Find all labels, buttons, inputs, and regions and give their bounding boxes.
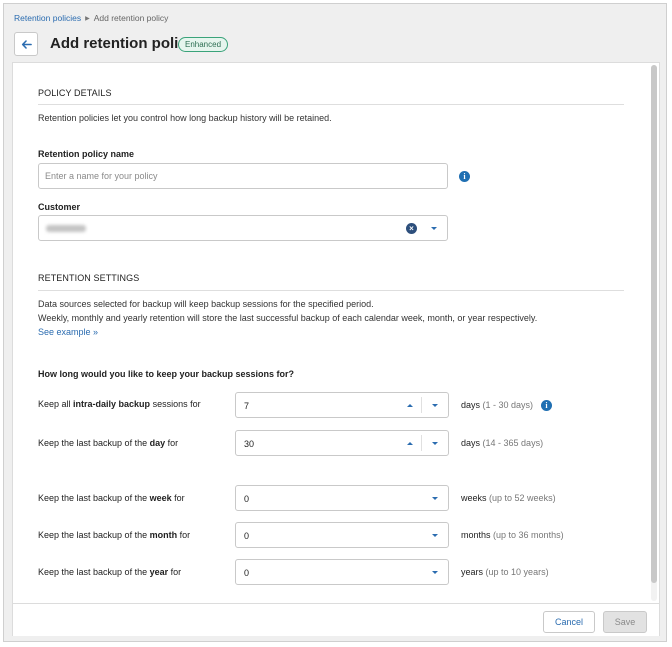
daily-label-pre: Keep the last backup of the <box>38 438 150 448</box>
yearly-label-bold: year <box>149 567 169 577</box>
monthly-label-post: for <box>177 530 191 540</box>
policy-name-input[interactable] <box>38 163 448 189</box>
customer-value-redacted <box>46 225 86 232</box>
page-title: Add retention policy <box>50 35 196 52</box>
yearly-label: Keep the last backup of the year for <box>38 567 181 577</box>
monthly-label-bold: month <box>149 530 178 540</box>
retention-question: How long would you like to keep your bac… <box>38 369 295 379</box>
form-footer: Cancel Save <box>13 603 659 636</box>
chevron-down-icon[interactable] <box>432 442 438 445</box>
daily-value[interactable]: 30 <box>244 439 254 449</box>
arrow-left-icon <box>21 39 32 49</box>
weekly-label: Keep the last backup of the week for <box>38 493 185 503</box>
yearly-stepper[interactable]: 0 <box>235 559 449 585</box>
chevron-down-icon[interactable] <box>432 571 438 574</box>
chevron-down-icon[interactable] <box>432 497 438 500</box>
retention-description-1: Data sources selected for backup will ke… <box>38 299 374 309</box>
intra-daily-unit-text: days <box>461 400 481 410</box>
retention-settings-divider <box>38 290 624 291</box>
monthly-unit: months (up to 36 months) <box>461 530 564 540</box>
intra-daily-label: Keep all intra-daily backup sessions for <box>38 399 201 409</box>
monthly-label: Keep the last backup of the month for <box>38 530 190 540</box>
yearly-unit: years (up to 10 years) <box>461 567 549 577</box>
intra-daily-value[interactable]: 7 <box>244 401 249 411</box>
policy-details-title: POLICY DETAILS <box>38 88 112 98</box>
daily-unit-text: days <box>461 438 481 448</box>
chevron-down-icon[interactable] <box>431 227 437 230</box>
monthly-range: (up to 36 months) <box>493 530 564 540</box>
weekly-value[interactable]: 0 <box>244 494 249 504</box>
breadcrumb-separator-icon: ▶ <box>85 16 90 22</box>
daily-stepper[interactable]: 30 <box>235 430 449 456</box>
increment-icon[interactable] <box>407 404 413 407</box>
intra-daily-range: (1 - 30 days) <box>482 400 534 410</box>
stepper-separator <box>421 397 422 413</box>
form-scroll-area[interactable]: POLICY DETAILS Retention policies let yo… <box>13 63 661 603</box>
breadcrumb: Retention policies ▶ Add retention policy <box>14 13 168 23</box>
customer-label: Customer <box>38 202 81 212</box>
yearly-value[interactable]: 0 <box>244 568 249 578</box>
policy-name-label: Retention policy name <box>38 149 135 159</box>
daily-label: Keep the last backup of the day for <box>38 438 178 448</box>
breadcrumb-current: Add retention policy <box>93 13 169 23</box>
back-button[interactable] <box>14 32 38 56</box>
intra-daily-label-post: sessions for <box>150 399 201 409</box>
see-example-link[interactable]: See example » <box>38 327 98 337</box>
weekly-label-post: for <box>171 493 185 503</box>
breadcrumb-retention-policies[interactable]: Retention policies <box>14 13 81 23</box>
weekly-range: (up to 52 weeks) <box>489 493 556 503</box>
weekly-label-pre: Keep the last backup of the <box>38 493 150 503</box>
monthly-unit-text: months <box>461 530 491 540</box>
policy-details-description: Retention policies let you control how l… <box>38 113 332 123</box>
monthly-stepper[interactable]: 0 <box>235 522 449 548</box>
enhanced-badge: Enhanced <box>178 37 229 52</box>
customer-select[interactable]: × <box>38 215 448 241</box>
scrollbar-thumb[interactable] <box>651 65 657 583</box>
weekly-unit: weeks (up to 52 weeks) <box>461 493 556 503</box>
intra-daily-unit: days (1 - 30 days) <box>461 400 533 410</box>
intra-daily-label-pre: Keep all <box>38 399 74 409</box>
daily-unit: days (14 - 365 days) <box>461 438 543 448</box>
cancel-button[interactable]: Cancel <box>543 611 595 633</box>
daily-label-bold: day <box>149 438 166 448</box>
chevron-down-icon[interactable] <box>432 534 438 537</box>
vertical-scrollbar[interactable] <box>651 65 657 601</box>
daily-range: (14 - 365 days) <box>482 438 544 448</box>
intra-daily-stepper[interactable]: 7 <box>235 392 449 418</box>
retention-settings-title: RETENTION SETTINGS <box>38 273 140 283</box>
yearly-unit-text: years <box>461 567 484 577</box>
weekly-stepper[interactable]: 0 <box>235 485 449 511</box>
weekly-label-bold: week <box>149 493 172 503</box>
yearly-range: (up to 10 years) <box>485 567 549 577</box>
stepper-separator <box>421 435 422 451</box>
yearly-label-post: for <box>168 567 182 577</box>
retention-description-2: Weekly, monthly and yearly retention wil… <box>38 313 538 323</box>
chevron-down-icon[interactable] <box>432 404 438 407</box>
save-button[interactable]: Save <box>603 611 647 633</box>
daily-label-post: for <box>165 438 179 448</box>
policy-details-divider <box>38 104 624 105</box>
monthly-label-pre: Keep the last backup of the <box>38 530 150 540</box>
policy-name-info-icon[interactable]: i <box>459 171 470 182</box>
intra-daily-info-icon[interactable]: i <box>541 400 552 411</box>
yearly-label-pre: Keep the last backup of the <box>38 567 150 577</box>
monthly-value[interactable]: 0 <box>244 531 249 541</box>
intra-daily-label-bold: intra-daily backup <box>73 399 151 409</box>
weekly-unit-text: weeks <box>461 493 487 503</box>
clear-circle-icon[interactable]: × <box>406 223 417 234</box>
policy-form-panel: POLICY DETAILS Retention policies let yo… <box>12 62 660 636</box>
increment-icon[interactable] <box>407 442 413 445</box>
app-window: Retention policies ▶ Add retention policy … <box>3 3 667 642</box>
